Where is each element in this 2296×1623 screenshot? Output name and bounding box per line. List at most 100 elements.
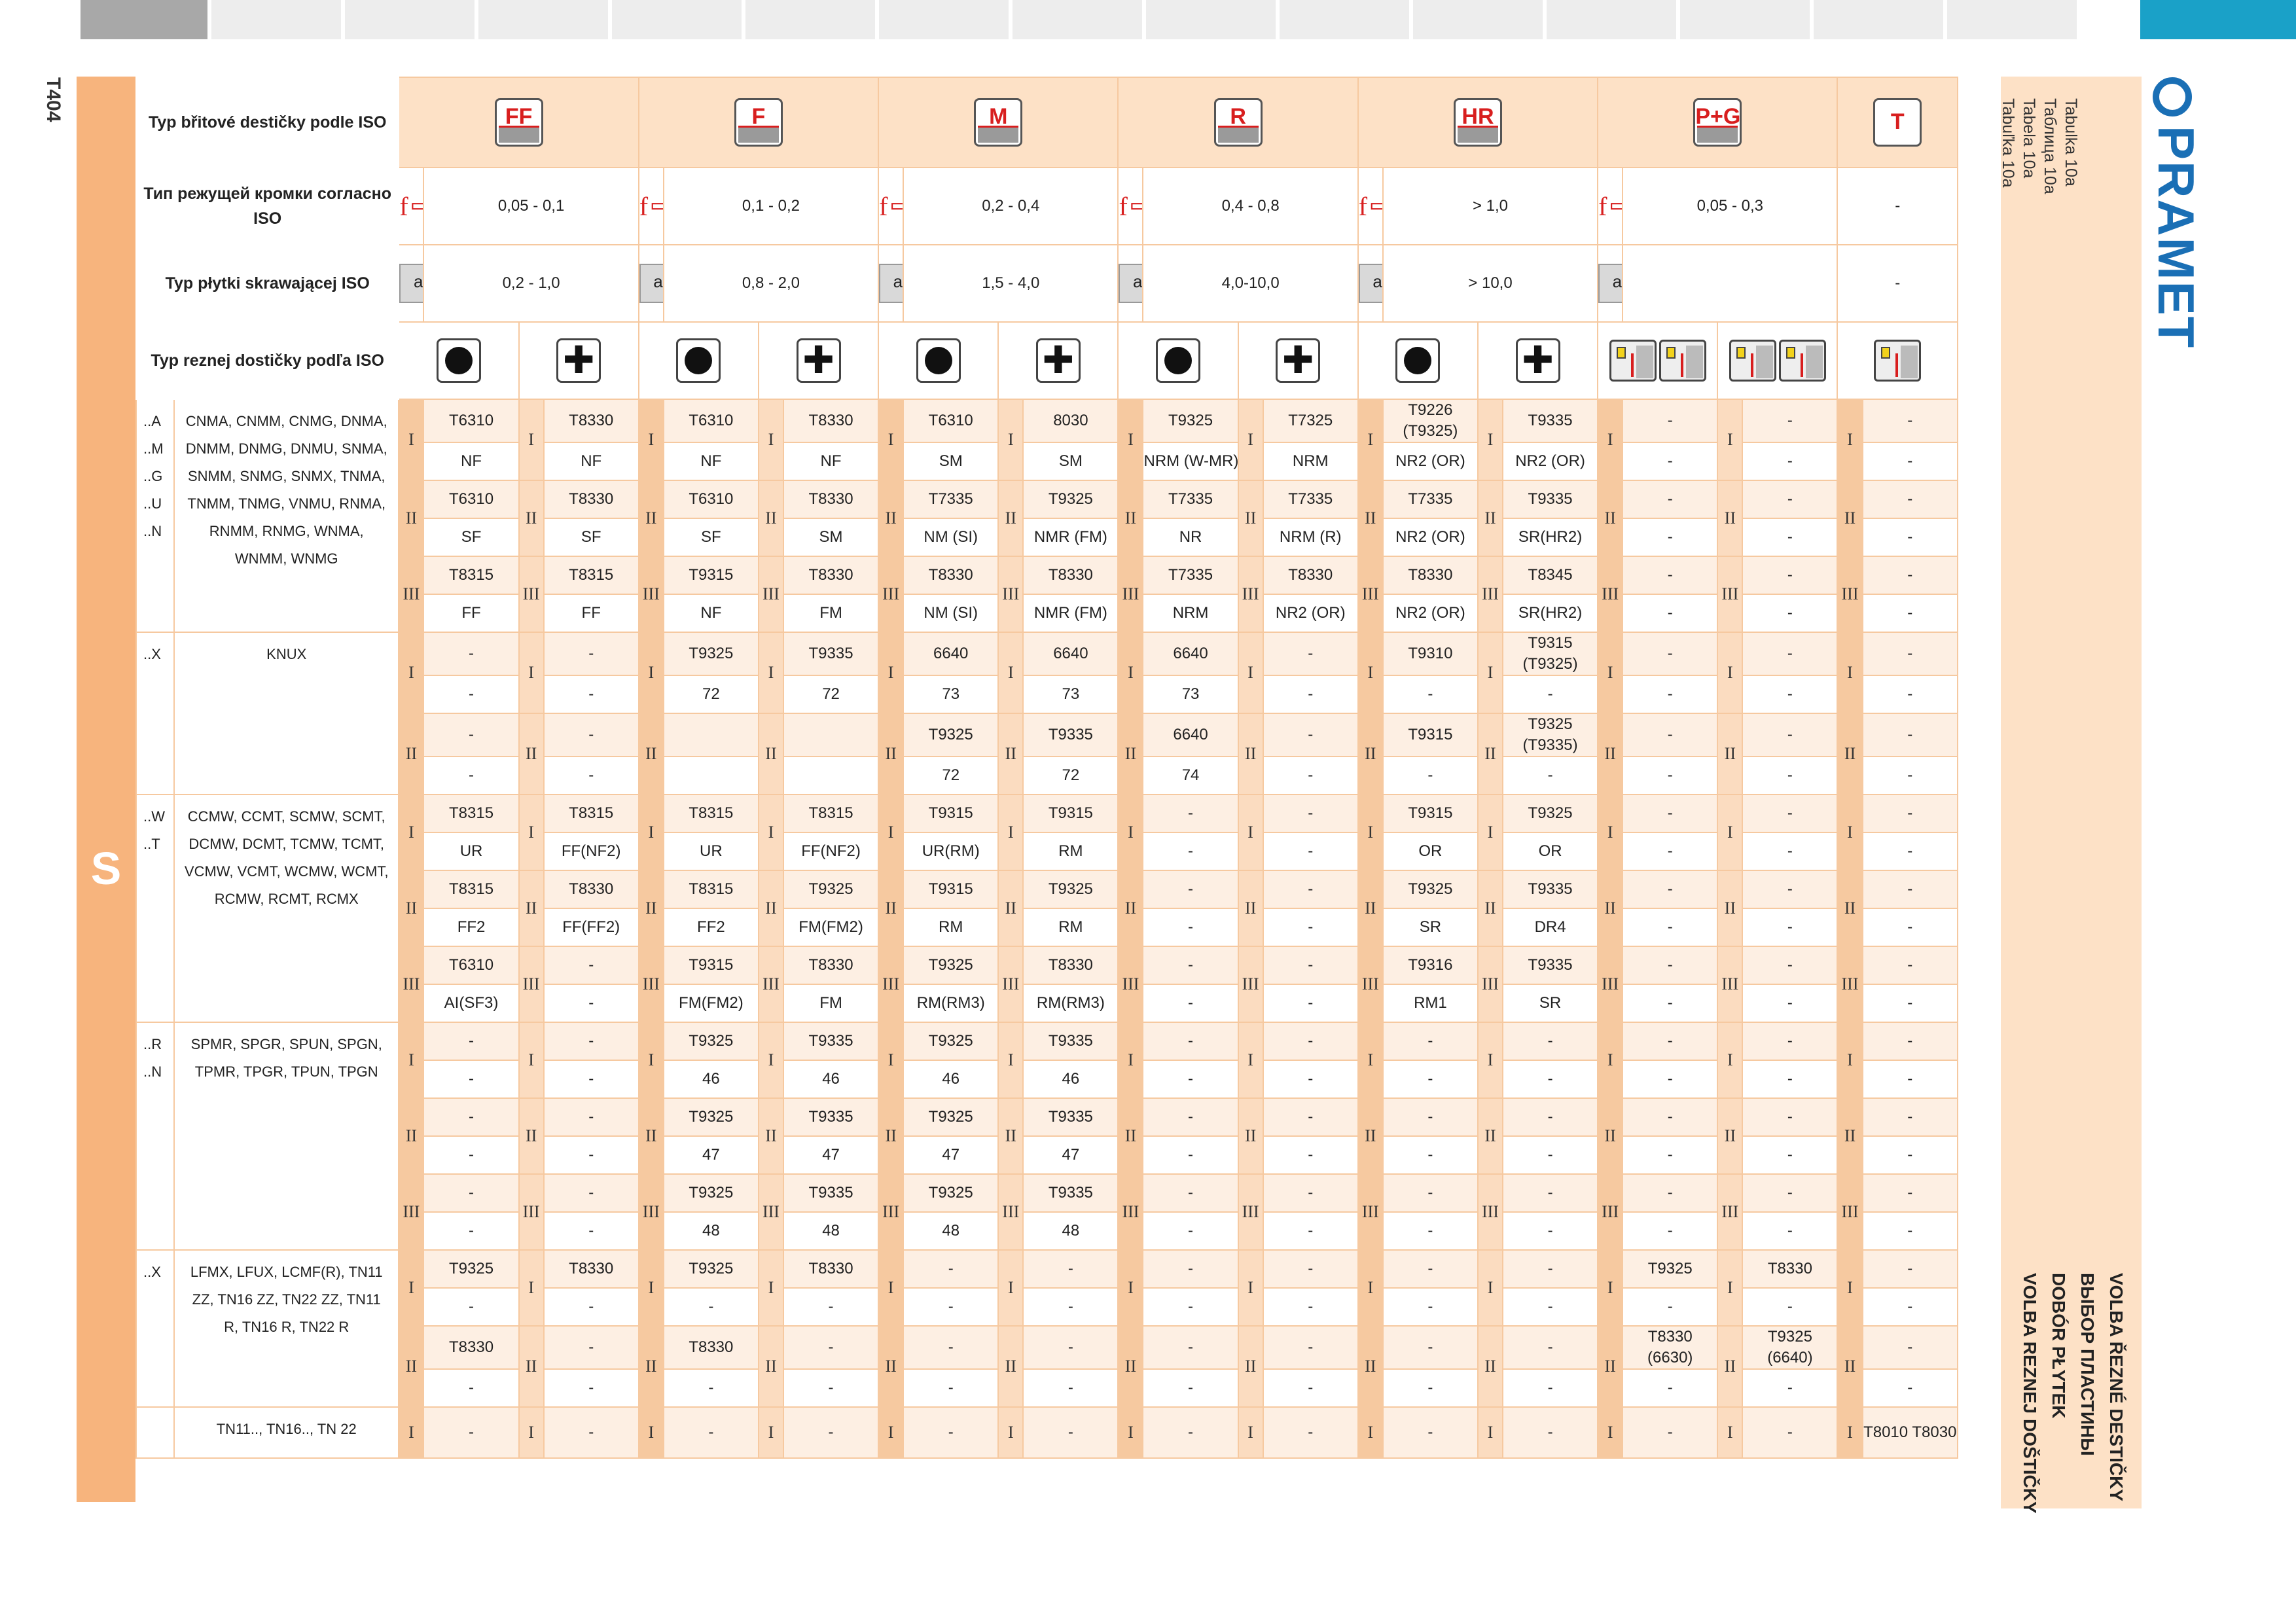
grade-cell: 6640 [1022,632,1119,676]
level-roman: I [398,1022,425,1099]
feed-symbol-cell: f⇨ [1357,167,1384,245]
grade-cell: T9325 [903,946,999,985]
level-roman: I [997,794,1024,871]
level-roman: III [1237,946,1264,1023]
level-roman: III [1237,556,1264,633]
insert-code: ..R [143,1036,162,1052]
shape-cell: ✚ [1477,321,1599,400]
chipbreaker-cell: - [1622,1287,1719,1327]
chipbreaker-cell: UR(RM) [903,832,999,871]
level-roman: I [637,1249,664,1327]
level-roman: III [1477,556,1504,633]
top-bar-segment [1146,0,1280,39]
chipbreaker-cell: - [1262,832,1359,871]
section-titles: VOLBA ŘEZNÉ DESTIČKY ВЫБОР ПЛАСТИНЫ DOBÓR … [2015,1273,2130,1514]
chipbreaker-cell: - [1022,1287,1119,1327]
grade-cell: - [1262,1249,1359,1289]
grade-cell: - [1142,870,1239,909]
group-codes: ..A ..M ..G ..U ..N [135,399,175,633]
grade-cell: - [1861,632,1959,676]
depth-symbol: ap [1372,272,1382,291]
level-roman: II [398,1097,425,1175]
level-roman: I [1597,794,1624,871]
grade-cell: - [1622,399,1719,443]
grade-cell: T9325 [662,1249,759,1289]
level-roman: I [518,399,545,481]
chipbreaker-cell: - [1501,1135,1599,1175]
depth-value: 0,8 - 2,0 [662,244,880,323]
grade-cell: - [1861,870,1959,909]
level-roman: II [1837,1325,1863,1408]
grade-cell: T7335 [1142,480,1239,519]
grade-cell: T8330 [543,399,639,443]
depth-value: - [1837,244,1958,323]
grade-cell: - [1622,794,1719,833]
feed-arrow-icon: f⇨ [1119,191,1142,222]
level-roman: I [878,632,905,714]
grade-row: III T8315 III T8315 III T9315 III T8330 III T8330… [136,556,1959,633]
grade-cell: - [543,1022,639,1061]
grade-cell: T9335 [782,1173,880,1213]
arrow-right-icon: ⇨ [411,192,423,221]
chipbreaker-cell: - [1861,756,1959,795]
grade-cell: - [423,713,520,757]
grade-cell: - [903,1406,999,1459]
level-roman: I [1597,1022,1624,1099]
chipbreaker-cell: - [662,1287,759,1327]
level-roman: I [518,1249,545,1327]
table-ref: Таблица 10а [2041,98,2059,194]
grade-cell: T9325 [1622,1249,1719,1289]
chipbreaker-cell: NMR (FM) [1022,518,1119,557]
chipbreaker-cell: - [423,1135,520,1175]
grade-cell: - [1742,480,1839,519]
feed-symbol-cell: f⇨ [1117,167,1144,245]
shape-cell [1117,321,1239,400]
grade-cell: T9325 [423,1249,520,1289]
insert-cross-icon: ✚ [1515,338,1560,383]
level-roman: III [878,556,905,633]
grade-cell: - [1861,1173,1959,1213]
top-bar-segment [879,0,1013,39]
chipbreaker-cell: - [1262,984,1359,1023]
level-roman: I [518,632,545,714]
geometry-base [1457,126,1498,143]
chipbreaker-cell: - [1742,594,1839,633]
level-roman: II [637,1325,664,1408]
grade-cell: T8330 [662,1325,759,1370]
chipbreaker-cell: NM (SI) [903,594,999,633]
geometry-cell: P+G [1597,77,1839,168]
feed-value: 0,05 - 0,3 [1622,167,1839,245]
level-roman: III [1597,556,1624,633]
tool-body [1901,346,1918,378]
chipbreaker-cell: - [782,1287,880,1327]
grade-cell: T8330 [782,946,880,985]
arrow-right-icon: ⇨ [1130,192,1142,221]
chipbreaker-cell: - [1022,1368,1119,1408]
chipbreaker-cell: 72 [1022,756,1119,795]
chipbreaker-cell: - [1742,1287,1839,1327]
chipbreaker-cell: NF [662,594,759,633]
level-roman: I [1717,632,1744,714]
grade-cell: T9335 [1501,480,1599,519]
grade-cell: - [1382,1173,1479,1213]
grade-cell: T8315 [662,870,759,909]
grade-cell: T8315 [543,794,639,833]
grade-cell: T9325 (6640) [1742,1325,1839,1370]
level-roman: I [1717,1249,1744,1327]
grade-row: ..W ..T CCMW, CCMT, SCMW, SCMT, DCMW, DCMT… [135,794,1959,1023]
level-roman: II [1717,1097,1744,1175]
grade-cell: - [1382,1325,1479,1370]
geometry-ff-icon: FF [494,98,543,147]
chipbreaker-cell: 47 [1022,1135,1119,1175]
level-roman: III [518,946,545,1023]
chipbreaker-cell: - [423,1368,520,1408]
grade-cell: - [1622,556,1719,595]
level-roman: II [1477,1325,1504,1408]
level-roman: I [1357,399,1384,481]
grade-cell: - [1382,1406,1479,1459]
chipbreaker-cell: - [1742,908,1839,947]
level-roman: I [1477,1249,1504,1327]
level-roman: II [637,870,664,947]
chipbreaker-cell: - [1382,1135,1479,1175]
grade-cell: T9325 (T9335) [1501,713,1599,757]
